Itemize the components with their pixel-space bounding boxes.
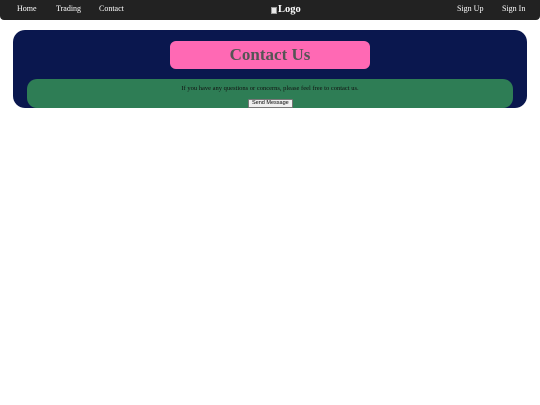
contact-panel: Contact Us If you have any questions or … — [13, 30, 527, 108]
contact-title-box: Contact Us — [170, 41, 370, 69]
page-title: Contact Us — [229, 45, 311, 64]
send-message-button[interactable]: Send Message — [248, 99, 293, 108]
contact-message-box: If you have any questions or concerns, p… — [27, 79, 513, 108]
nav-link-sign-in[interactable]: Sign In — [502, 4, 525, 14]
broken-image-icon — [271, 6, 277, 14]
logo-alt-text: Logo — [278, 4, 301, 15]
navbar: Home Trading Contact Logo Sign Up Sign I… — [0, 0, 540, 20]
nav-link-contact[interactable]: Contact — [99, 4, 124, 14]
contact-message: If you have any questions or concerns, p… — [181, 85, 359, 92]
nav-link-trading[interactable]: Trading — [56, 4, 81, 14]
logo[interactable]: Logo — [271, 4, 301, 16]
nav-link-sign-up[interactable]: Sign Up — [457, 4, 483, 14]
nav-link-home[interactable]: Home — [17, 4, 37, 14]
